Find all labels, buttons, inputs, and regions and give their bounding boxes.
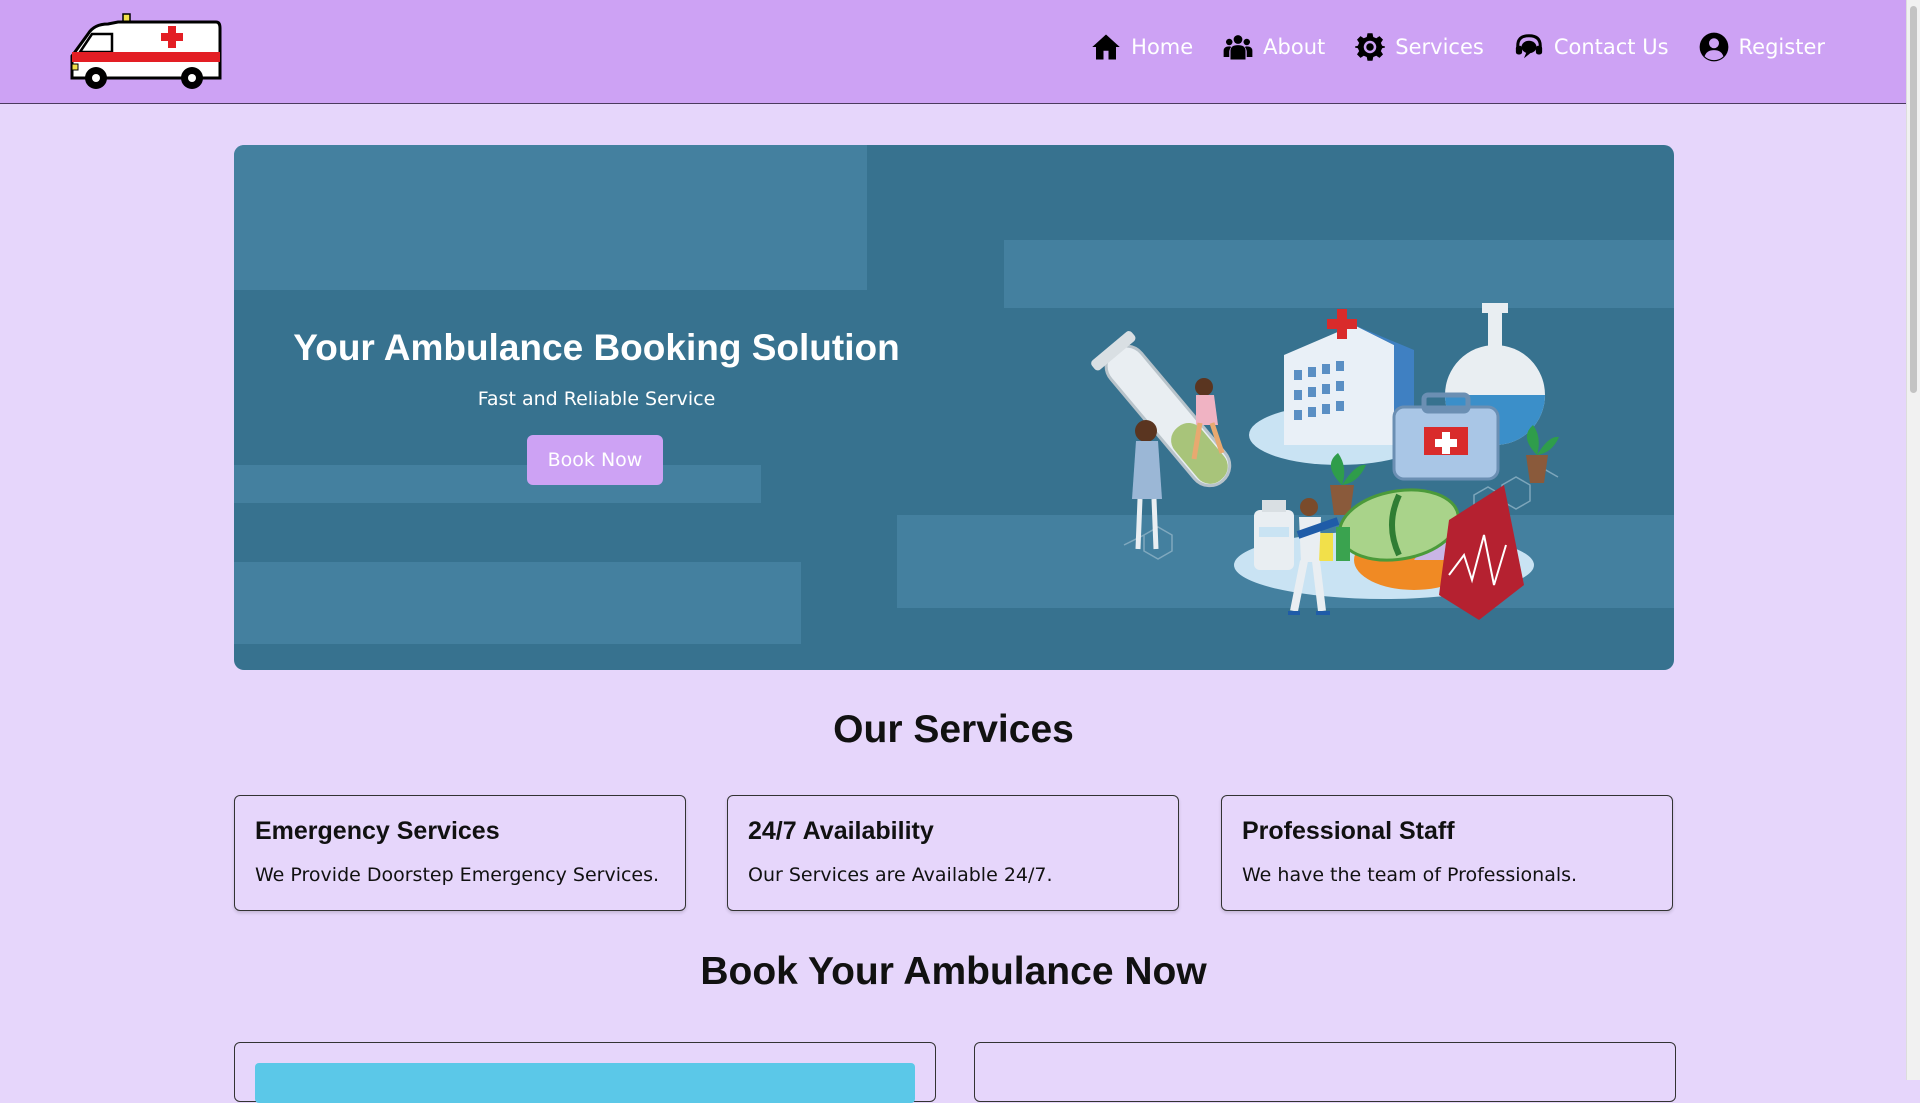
nurse-figure [1132, 420, 1162, 550]
service-card-text: We Provide Doorstep Emergency Services. [255, 864, 660, 886]
nav-home-label: Home [1131, 35, 1194, 59]
service-card-text: Our Services are Available 24/7. [748, 864, 1053, 886]
user-circle-icon [1699, 32, 1728, 62]
gear-icon [1355, 33, 1386, 61]
service-card-title: Emergency Services [255, 817, 500, 845]
scrollbar-thumb[interactable] [1910, 6, 1917, 393]
nav-services[interactable]: Services [1355, 32, 1484, 62]
medical-illustration [1091, 303, 1559, 620]
services-heading: Our Services [833, 708, 1074, 751]
users-icon [1223, 35, 1253, 60]
booking-heading: Book Your Ambulance Now [700, 950, 1207, 993]
service-card: 24/7 Availability Our Services are Avail… [727, 795, 1179, 911]
service-card-text: We have the team of Professionals. [1242, 864, 1578, 886]
service-card: Emergency Services We Provide Doorstep E… [234, 795, 686, 911]
hero-decor-block [234, 562, 801, 644]
service-card: Professional Staff We have the team of P… [1221, 795, 1673, 911]
hero-decor-block [234, 145, 867, 290]
nav-register[interactable]: Register [1699, 32, 1825, 62]
book-now-button[interactable]: Book Now [527, 435, 663, 485]
nav-about[interactable]: About [1223, 32, 1325, 62]
home-icon [1092, 34, 1120, 60]
page-scrollbar[interactable] [1906, 0, 1920, 1080]
hero-decor-block [234, 465, 761, 503]
nav-about-label: About [1263, 35, 1326, 59]
nav-home[interactable]: Home [1091, 32, 1193, 62]
hero-banner: Your Ambulance Booking Solution Fast and… [234, 145, 1674, 670]
nav-contact-label: Contact Us [1553, 35, 1669, 59]
ambulance-logo[interactable] [68, 12, 222, 90]
main-navigation: Home About Services Contact Us Register [1091, 32, 1825, 62]
nav-register-label: Register [1738, 35, 1825, 59]
top-navbar: Home About Services Contact Us Register [0, 0, 1907, 104]
booking-info-card [974, 1042, 1676, 1102]
nav-services-label: Services [1395, 35, 1484, 59]
service-card-title: 24/7 Availability [748, 817, 934, 845]
service-card-title: Professional Staff [1242, 817, 1455, 845]
hero-subtitle: Fast and Reliable Service [477, 388, 716, 410]
headset-icon [1515, 34, 1542, 59]
booking-form-header [255, 1063, 915, 1103]
booking-form-card [234, 1042, 936, 1103]
nav-contact[interactable]: Contact Us [1514, 32, 1669, 62]
hero-title: Your Ambulance Booking Solution [293, 327, 900, 368]
